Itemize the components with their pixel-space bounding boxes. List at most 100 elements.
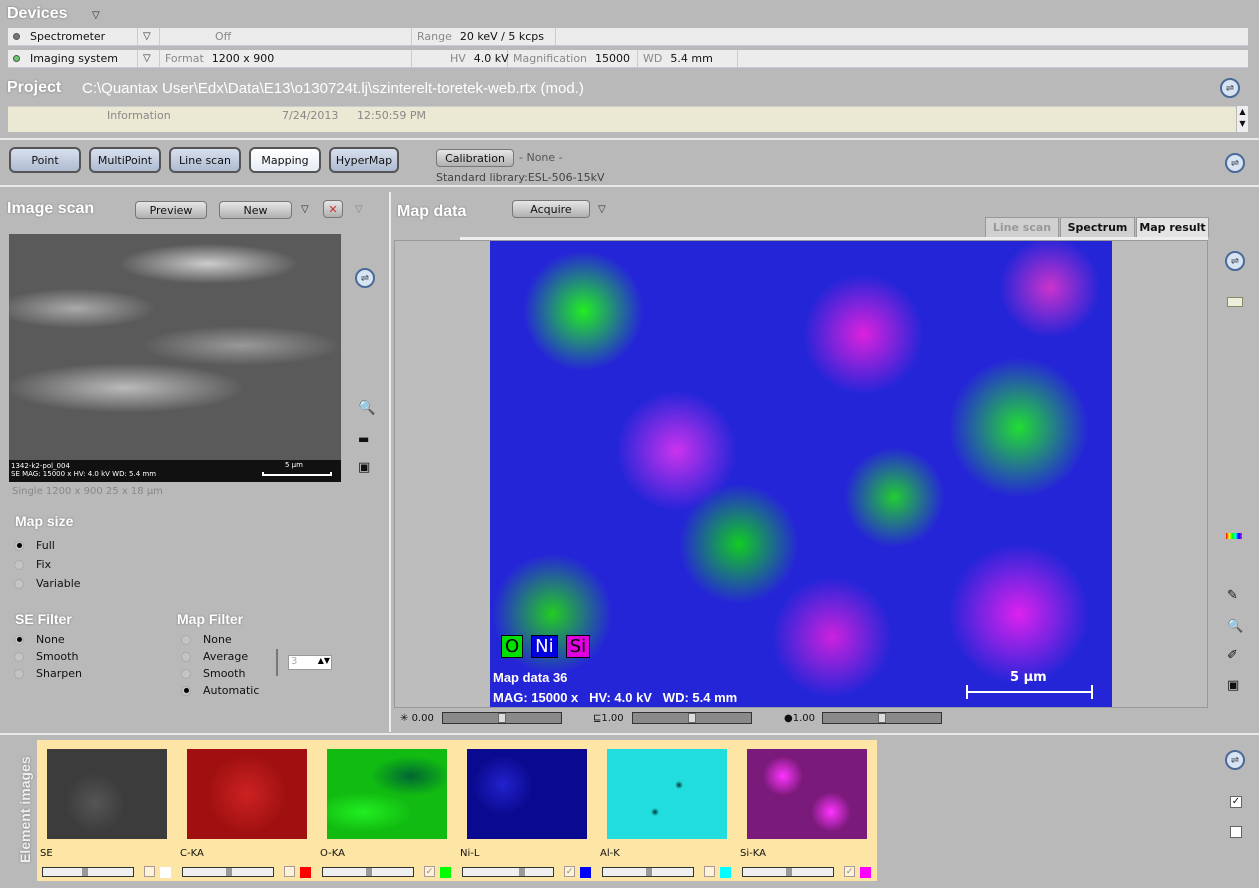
- status-dot-icon: [13, 33, 20, 40]
- hypermap-button[interactable]: HyperMap: [329, 147, 399, 173]
- collapse-icon[interactable]: ⇌: [355, 268, 375, 288]
- element-label-o-ka: O-KA: [320, 848, 345, 859]
- hv-label: HV: [450, 52, 466, 65]
- collapse-icon[interactable]: ⇌: [1225, 750, 1245, 770]
- map-size-option-variable[interactable]: Variable: [14, 577, 81, 590]
- calibration-button[interactable]: Calibration: [436, 149, 514, 167]
- element-thumb-se[interactable]: [47, 749, 167, 839]
- element-label-si-ka: Si-KA: [740, 848, 766, 859]
- element-checkbox-al-k[interactable]: [704, 866, 715, 877]
- color-palette-icon[interactable]: [1226, 533, 1242, 539]
- export-image-icon[interactable]: [1227, 297, 1243, 307]
- collapse-icon[interactable]: ⇌: [1220, 78, 1240, 98]
- element-slider-ni-l[interactable]: [462, 867, 554, 877]
- imaging-name: Imaging system: [30, 52, 118, 65]
- tab-spectrum[interactable]: Spectrum: [1060, 217, 1135, 237]
- devices-dropdown-icon[interactable]: ▽: [92, 10, 100, 21]
- pipette-icon[interactable]: ✎: [1227, 588, 1238, 603]
- element-checkbox-ni-l[interactable]: ✓: [564, 866, 575, 877]
- map-filter-option-average[interactable]: Average: [181, 650, 248, 663]
- legend-si: Si: [565, 635, 591, 658]
- map-filter-option-none[interactable]: None: [181, 633, 232, 646]
- overlay-checkbox[interactable]: [1230, 826, 1242, 838]
- gamma-slider[interactable]: [632, 712, 752, 724]
- se-filter-option-none[interactable]: None: [14, 633, 65, 646]
- info-scrollbar[interactable]: ▲ ▼: [1237, 106, 1248, 132]
- se-image[interactable]: 1342-k2-pol_004 SE MAG: 15000 x HV: 4.0 …: [9, 234, 341, 482]
- zoom-icon[interactable]: 🔍: [1227, 619, 1243, 634]
- map-filter-option-smooth[interactable]: Smooth: [181, 667, 245, 680]
- point-button[interactable]: Point: [9, 147, 81, 173]
- beam-dropdown-icon[interactable]: ▽: [355, 204, 363, 215]
- brightness-slider[interactable]: [442, 712, 562, 724]
- element-color-swatch-si-ka[interactable]: [860, 867, 871, 878]
- se-image-info-line: Single 1200 x 900 25 x 18 µm: [12, 486, 163, 497]
- acquire-dropdown-icon[interactable]: ▽: [598, 204, 606, 215]
- map-size-option-fix[interactable]: Fix: [14, 558, 51, 571]
- element-slider-c-ka[interactable]: [182, 867, 274, 877]
- show-all-checkbox[interactable]: ✓: [1230, 796, 1242, 808]
- panel-splitter[interactable]: [389, 192, 391, 732]
- map-size-option-full[interactable]: Full: [14, 539, 55, 552]
- range-value: 20 keV / 5 kcps: [459, 30, 544, 43]
- spectrometer-dropdown[interactable]: ▽: [138, 28, 160, 45]
- element-thumb-o-ka[interactable]: [327, 749, 447, 839]
- map-result-image[interactable]: O Ni Si Map data 36 MAG: 15000 x HV: 4.0…: [490, 241, 1112, 707]
- saturation-slider[interactable]: [822, 712, 942, 724]
- element-thumb-ni-l[interactable]: [467, 749, 587, 839]
- tab-line-scan[interactable]: Line scan: [985, 217, 1059, 237]
- camera-icon[interactable]: ▬: [358, 432, 369, 446]
- collapse-icon[interactable]: ⇌: [1225, 153, 1245, 173]
- map-data-title: Map data: [397, 203, 467, 220]
- standard-library: Standard library:ESL-506-15kV: [436, 171, 605, 184]
- radio-icon: [14, 668, 24, 679]
- new-button[interactable]: New: [219, 201, 292, 219]
- element-color-swatch-ni-l[interactable]: [580, 867, 591, 878]
- multipoint-button[interactable]: MultiPoint: [89, 147, 161, 173]
- element-thumb-c-ka[interactable]: [187, 749, 307, 839]
- element-thumb-al-k[interactable]: [607, 749, 727, 839]
- new-dropdown-icon[interactable]: ▽: [301, 204, 309, 215]
- calibration-value: - None -: [519, 151, 563, 164]
- element-color-swatch-c-ka[interactable]: [300, 867, 311, 878]
- element-slider-o-ka[interactable]: [322, 867, 414, 877]
- gamma-icon: ⊑1.00: [593, 713, 624, 724]
- element-thumb-si-ka[interactable]: [747, 749, 867, 839]
- map-filter-option-automatic[interactable]: Automatic: [181, 684, 259, 697]
- element-checkbox-si-ka[interactable]: ✓: [844, 866, 855, 877]
- element-color-swatch-o-ka[interactable]: [440, 867, 451, 878]
- option-label: Sharpen: [36, 667, 82, 680]
- acquire-button[interactable]: Acquire: [512, 200, 590, 218]
- tab-map-result[interactable]: Map result: [1136, 217, 1209, 237]
- imaging-dropdown[interactable]: ▽: [138, 50, 160, 67]
- save-settings-icon[interactable]: ▣: [1227, 678, 1239, 693]
- brightness-icon: ✳ 0.00: [400, 713, 434, 724]
- element-slider-al-k[interactable]: [602, 867, 694, 877]
- filter-level-stepper[interactable]: 3 ▲▼: [288, 655, 332, 670]
- element-color-swatch-al-k[interactable]: [720, 867, 731, 878]
- image-scan-title: Image scan: [7, 200, 95, 217]
- zoom-icon[interactable]: 🔍: [358, 400, 375, 416]
- se-filter-option-smooth[interactable]: Smooth: [14, 650, 78, 663]
- spectrometer-status: Off: [160, 28, 412, 45]
- pen-icon[interactable]: ✐: [1227, 648, 1238, 663]
- element-label-c-ka: C-KA: [180, 848, 204, 859]
- option-label: Smooth: [36, 650, 79, 663]
- preview-button[interactable]: Preview: [135, 201, 207, 219]
- save-settings-icon[interactable]: ▣: [358, 460, 370, 475]
- element-slider-si-ka[interactable]: [742, 867, 834, 877]
- status-dot-icon: [13, 55, 20, 62]
- mapping-button[interactable]: Mapping: [249, 147, 321, 173]
- element-checkbox-se[interactable]: [144, 866, 155, 877]
- se-filter-option-sharpen[interactable]: Sharpen: [14, 667, 82, 680]
- collapse-icon[interactable]: ⇌: [1225, 251, 1245, 271]
- project-path: C:\Quantax User\Edx\Data\E13\o130724t.lj…: [82, 80, 584, 97]
- beam-position-icon[interactable]: ✕: [323, 200, 343, 218]
- element-checkbox-o-ka[interactable]: ✓: [424, 866, 435, 877]
- filter-level-value: 3: [291, 656, 298, 667]
- element-color-swatch-se[interactable]: [160, 867, 171, 878]
- element-checkbox-c-ka[interactable]: [284, 866, 295, 877]
- element-label-se: SE: [40, 848, 53, 859]
- element-slider-se[interactable]: [42, 867, 134, 877]
- line-scan-button[interactable]: Line scan: [169, 147, 241, 173]
